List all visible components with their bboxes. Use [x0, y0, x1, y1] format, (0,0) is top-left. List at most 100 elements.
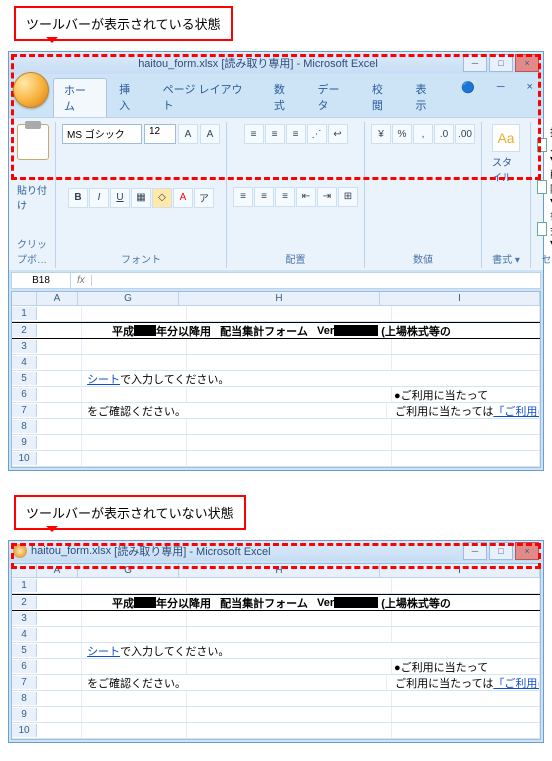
align-middle[interactable]: ≡: [265, 124, 285, 144]
title-suffix-2: [読み取り専用] - Microsoft Excel: [114, 543, 270, 559]
excel-window-toolbar-hidden: haitou_form.xlsx [読み取り専用] - Microsoft Ex…: [8, 540, 544, 743]
row-1[interactable]: 1: [12, 307, 37, 320]
tab-view[interactable]: 表示: [405, 78, 447, 117]
percent[interactable]: %: [392, 124, 412, 144]
row2-7[interactable]: 7: [12, 676, 37, 689]
row2-1[interactable]: 1: [12, 579, 37, 592]
office-button-small[interactable]: [13, 544, 27, 558]
worksheet-grid-2[interactable]: A G H I 1 2 平成年分以降用 配当集計フォーム Ver (上場株式等の…: [11, 563, 541, 740]
font-size-select[interactable]: 12: [144, 124, 176, 144]
shrink-font[interactable]: A: [200, 124, 220, 144]
tab-data[interactable]: データ: [307, 78, 359, 117]
row-8[interactable]: 8: [12, 420, 37, 433]
select-all-corner-2[interactable]: [12, 564, 37, 577]
group-font: MS ゴシック 12 A A B I U ▦ ◇ A ア フォント: [56, 122, 227, 268]
orientation[interactable]: ⋰: [307, 124, 327, 144]
sheet-link-2[interactable]: シート: [87, 643, 120, 658]
name-box[interactable]: B18: [12, 273, 71, 288]
col-H-2[interactable]: H: [179, 564, 380, 577]
delete-cells[interactable]: 削除 ▾: [537, 166, 552, 207]
style-icon[interactable]: Aa: [492, 124, 520, 152]
usage-link-2[interactable]: 「ご利用に当た: [493, 675, 540, 690]
dec-decimal[interactable]: .00: [455, 124, 475, 144]
office-button[interactable]: [13, 72, 49, 108]
group-style: Aa スタイル 書式 ▾: [482, 122, 531, 268]
workbook-close[interactable]: ×: [517, 78, 543, 117]
tab-page-layout[interactable]: ページ レイアウト: [153, 78, 262, 117]
comma[interactable]: ,: [413, 124, 433, 144]
font-color-button[interactable]: A: [173, 188, 193, 208]
col-A-2[interactable]: A: [37, 564, 78, 577]
help-button[interactable]: 🔵: [451, 78, 485, 117]
align-top[interactable]: ≡: [244, 124, 264, 144]
format-cells[interactable]: 書式 ▾: [537, 208, 552, 249]
clipboard-group-label: クリップボ…: [17, 236, 49, 266]
select-all-corner[interactable]: [12, 292, 37, 305]
col-H[interactable]: H: [179, 292, 380, 305]
close-button[interactable]: ×: [515, 54, 539, 72]
inc-decimal[interactable]: .0: [434, 124, 454, 144]
row-6[interactable]: 6: [12, 388, 37, 401]
indent-dec[interactable]: ⇤: [296, 187, 316, 207]
row2-9[interactable]: 9: [12, 708, 37, 721]
border-button[interactable]: ▦: [131, 188, 151, 208]
col-G[interactable]: G: [78, 292, 179, 305]
row2-2[interactable]: 2: [12, 596, 37, 609]
col-A[interactable]: A: [37, 292, 78, 305]
row2-8[interactable]: 8: [12, 692, 37, 705]
tab-review[interactable]: 校閲: [362, 78, 404, 117]
row-4[interactable]: 4: [12, 356, 37, 369]
phonetic-button[interactable]: ア: [194, 188, 214, 208]
insert-cells[interactable]: 挿入 ▾: [537, 124, 552, 165]
bold-button[interactable]: B: [68, 188, 88, 208]
workbook-min[interactable]: ─: [487, 78, 515, 117]
align-center[interactable]: ≡: [254, 187, 274, 207]
cell-7: をご確認ください。: [82, 403, 387, 418]
usage-link[interactable]: 「ご利用に当た: [493, 403, 540, 418]
paste-icon[interactable]: [17, 124, 49, 160]
fill-button[interactable]: ◇: [152, 188, 172, 208]
align-right[interactable]: ≡: [275, 187, 295, 207]
underline-button[interactable]: U: [110, 188, 130, 208]
col-G-2[interactable]: G: [78, 564, 179, 577]
row-2[interactable]: 2: [12, 324, 37, 337]
row-10[interactable]: 10: [12, 452, 37, 465]
row2-5[interactable]: 5: [12, 644, 37, 657]
font-name-select[interactable]: MS ゴシック: [62, 124, 142, 144]
currency[interactable]: ¥: [371, 124, 391, 144]
excel-window-toolbar-shown: haitou_form.xlsx [読み取り専用] - Microsoft Ex…: [8, 51, 544, 471]
wrap-text[interactable]: ↩: [328, 124, 348, 144]
row-9[interactable]: 9: [12, 436, 37, 449]
grow-font[interactable]: A: [178, 124, 198, 144]
cell-5: シートで入力してください。: [82, 371, 540, 386]
row2-4[interactable]: 4: [12, 628, 37, 641]
tab-formulas[interactable]: 数式: [264, 78, 306, 117]
row2-3[interactable]: 3: [12, 612, 37, 625]
row-7[interactable]: 7: [12, 404, 37, 417]
title-suffix: [読み取り専用] - Microsoft Excel: [221, 58, 377, 70]
tab-insert[interactable]: 挿入: [109, 78, 151, 117]
maximize-button-2[interactable]: □: [489, 542, 513, 560]
minimize-button-2[interactable]: ─: [463, 542, 487, 560]
italic-button[interactable]: I: [89, 188, 109, 208]
minimize-button[interactable]: ─: [463, 54, 487, 72]
fx-button[interactable]: fx: [71, 275, 92, 286]
style-label: スタイル: [492, 154, 520, 184]
align-bottom[interactable]: ≡: [286, 124, 306, 144]
tab-home[interactable]: ホーム: [53, 78, 107, 117]
row2-10[interactable]: 10: [12, 724, 37, 737]
align-left[interactable]: ≡: [233, 187, 253, 207]
close-button-2[interactable]: ×: [515, 542, 539, 560]
row-3[interactable]: 3: [12, 340, 37, 353]
merge[interactable]: ⊞: [338, 187, 358, 207]
maximize-button[interactable]: □: [489, 54, 513, 72]
row2-6[interactable]: 6: [12, 660, 37, 673]
sheet-link[interactable]: シート: [87, 371, 120, 386]
col-I-2[interactable]: I: [380, 564, 540, 577]
col-I[interactable]: I: [380, 292, 540, 305]
row-5[interactable]: 5: [12, 372, 37, 385]
group-number: ¥ % , .0 .00 数値: [365, 122, 482, 268]
title-row-2: 平成年分以降用 配当集計フォーム Ver (上場株式等の: [82, 595, 540, 610]
indent-inc[interactable]: ⇥: [317, 187, 337, 207]
worksheet-grid[interactable]: A G H I 1 2 平成年分以降用 配当集計フォーム Ver (上場株式等の…: [11, 291, 541, 468]
